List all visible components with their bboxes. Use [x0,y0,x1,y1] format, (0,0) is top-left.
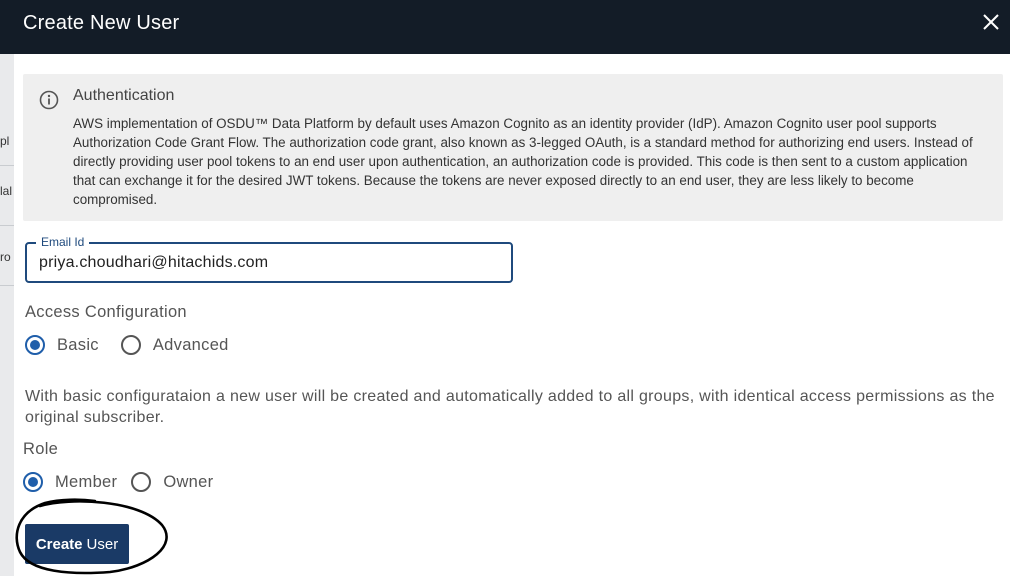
radio-owner[interactable]: Owner [131,472,213,492]
background-divider [0,225,14,226]
radio-member[interactable]: Member [23,472,117,492]
background-divider [0,285,14,286]
close-icon[interactable] [980,11,1002,33]
authentication-info-box: Authentication AWS implementation of OSD… [23,74,1003,221]
radio-basic-label: Basic [57,335,99,354]
info-title: Authentication [73,87,175,104]
radio-unchecked-icon[interactable] [131,472,152,492]
background-divider [0,165,14,166]
radio-basic[interactable]: Basic [25,335,99,355]
radio-member-label: Member [55,472,118,491]
role-label: Role [23,440,59,458]
radio-checked-icon[interactable] [23,472,43,492]
background-text-fragment: lal [0,184,13,198]
email-field[interactable]: Email Id [25,235,513,283]
background-app: pl lal ro [0,54,14,576]
radio-advanced-label: Advanced [152,335,229,354]
dialog-body: Authentication AWS implementation of OSD… [14,54,1010,576]
dialog-title: Create New User [23,12,180,34]
info-body: AWS implementation of OSDU™ Data Platfor… [73,116,973,207]
background-text-fragment: pl [0,134,10,148]
create-user-button-bold: Create [35,535,83,553]
background-text-fragment: ro [0,250,11,264]
radio-checked-icon[interactable] [25,335,45,355]
dialog-header: Create New User [0,0,1010,54]
radio-advanced[interactable]: Advanced [120,335,229,355]
role-radio-group: Member Owner [23,472,227,492]
email-input[interactable] [27,244,511,281]
access-configuration-radio-group: Basic Advanced [25,335,243,355]
info-icon [39,90,59,110]
create-user-button[interactable]: Create User [25,524,129,564]
create-user-button-rest: User [86,535,119,553]
radio-unchecked-icon[interactable] [120,335,141,355]
access-configuration-label: Access Configuration [25,303,187,321]
access-configuration-description: With basic configurataion a new user wil… [25,388,995,426]
radio-owner-label: Owner [163,472,214,491]
